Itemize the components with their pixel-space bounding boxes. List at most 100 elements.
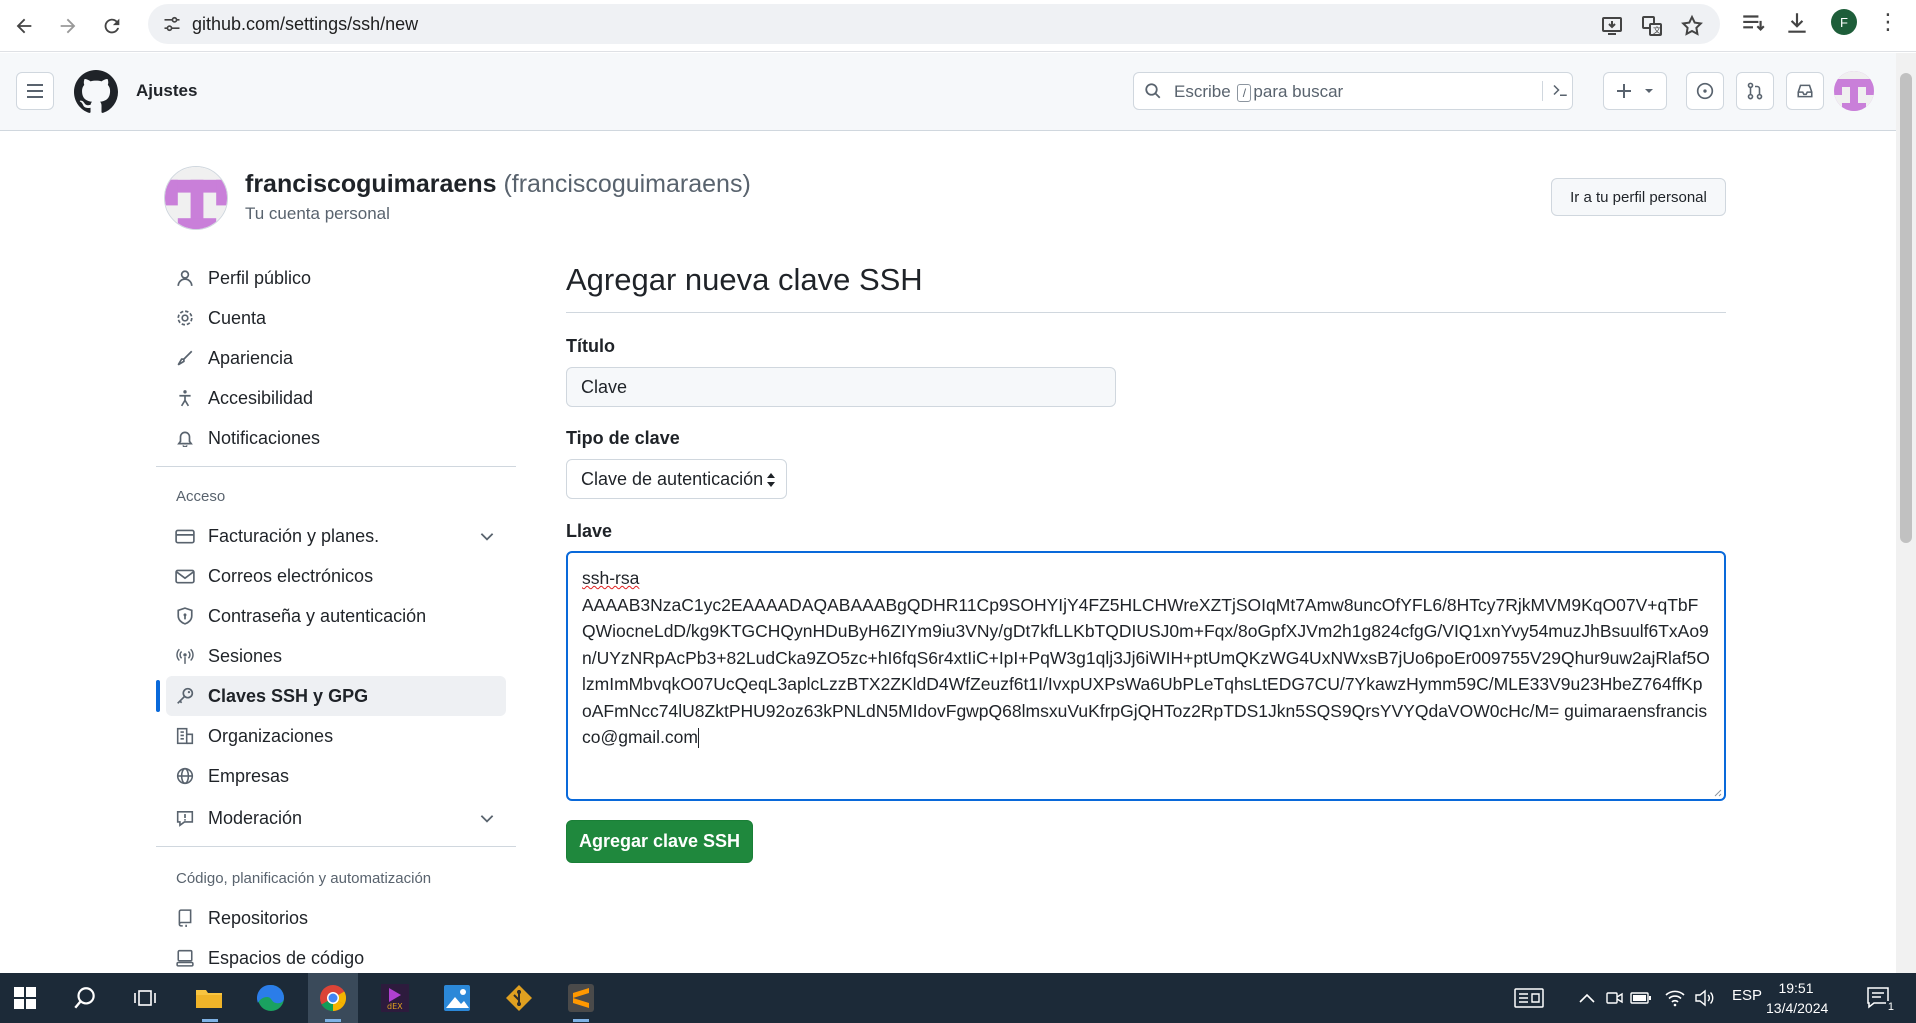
sublime-text-icon[interactable] [564, 981, 598, 1015]
account-avatar[interactable] [164, 166, 228, 230]
file-explorer-icon[interactable] [192, 981, 226, 1015]
running-indicator [573, 1019, 589, 1022]
sidebar-heading-code: Código, planificación y automatización [176, 870, 432, 887]
sidebar-item-account[interactable]: Cuenta [166, 298, 506, 338]
add-ssh-key-button[interactable]: Agregar clave SSH [566, 820, 753, 863]
address-bar[interactable]: github.com/settings/ssh/new 文 [148, 4, 1720, 44]
chevron-down-icon[interactable] [478, 527, 496, 545]
site-settings-icon[interactable] [162, 14, 182, 34]
pull-requests-button[interactable] [1736, 72, 1774, 110]
photos-app-icon[interactable] [440, 981, 474, 1015]
report-icon [174, 807, 196, 829]
dex-app-icon[interactable]: dEX [378, 981, 412, 1015]
chrome-menu-icon[interactable]: ⋮ [1876, 10, 1900, 36]
system-clock[interactable]: 19:51 13/4/2024 [1766, 978, 1828, 1018]
sidebar-item-codespaces[interactable]: Espacios de código [166, 938, 506, 978]
notifications-icon[interactable]: 1 [1862, 981, 1896, 1015]
key-textarea[interactable]: ssh-rsa AAAAB3NzaC1yc2EAAAADAQABAAABgQDH… [566, 551, 1726, 801]
inbox-icon [1797, 84, 1813, 98]
account-name[interactable]: franciscoguimaraens (franciscoguimaraens… [245, 170, 751, 199]
codespaces-icon [174, 947, 196, 969]
edge-icon[interactable] [254, 981, 288, 1015]
language-indicator[interactable]: ESP [1732, 987, 1762, 1004]
hamburger-menu-button[interactable] [16, 72, 54, 110]
chrome-profile-avatar[interactable]: F [1831, 9, 1857, 35]
key-icon [174, 685, 196, 707]
sidebar-divider [156, 466, 516, 467]
bell-icon [174, 427, 196, 449]
inbox-button[interactable] [1786, 72, 1824, 110]
chevron-down-icon[interactable] [478, 809, 496, 827]
battery-icon[interactable] [1624, 981, 1658, 1015]
account-subtitle: Tu cuenta personal [245, 204, 390, 223]
hamburger-icon [27, 84, 43, 98]
bookmark-star-icon[interactable] [1680, 14, 1704, 38]
reload-icon[interactable] [94, 8, 130, 44]
downloads-icon[interactable] [1784, 10, 1810, 36]
sidebar-item-organizations[interactable]: Organizaciones [166, 716, 506, 756]
sidebar-item-public-profile[interactable]: Perfil público [166, 258, 506, 298]
scrollbar-thumb[interactable] [1900, 73, 1912, 543]
running-indicator [202, 1019, 218, 1022]
paintbrush-icon [174, 347, 196, 369]
forward-icon[interactable] [50, 8, 86, 44]
search-placeholder: Escribe / para buscar [1174, 82, 1344, 102]
key-label: Llave [566, 521, 613, 541]
select-arrows-icon [767, 473, 775, 487]
search-icon [1145, 83, 1161, 99]
task-view-icon[interactable] [128, 981, 162, 1015]
page-title: Agregar nueva clave SSH [566, 262, 923, 297]
sidebar-item-billing[interactable]: Facturación y planes. [166, 516, 506, 556]
windows-taskbar: dEX ESP 19:51 13/4/2024 1 [0, 973, 1916, 1023]
sidebar-item-password-auth[interactable]: Contraseña y autenticación [166, 596, 506, 636]
search-input[interactable]: Escribe / para buscar [1133, 72, 1573, 110]
page-scrollbar[interactable] [1896, 53, 1916, 973]
sidebar-item-accessibility[interactable]: Accesibilidad [166, 378, 506, 418]
repo-icon [174, 907, 196, 929]
identicon-icon [1834, 71, 1874, 111]
reading-list-icon[interactable] [1740, 10, 1766, 36]
sidebar-item-enterprises[interactable]: Empresas [166, 756, 506, 796]
news-widget-icon[interactable] [1512, 981, 1546, 1015]
text-caret [698, 728, 699, 749]
user-avatar[interactable] [1834, 71, 1874, 111]
taskbar-search-icon[interactable] [68, 981, 102, 1015]
key-type-select[interactable]: Clave de autenticación [566, 459, 787, 499]
credit-card-icon [174, 525, 196, 547]
organization-icon [174, 725, 196, 747]
create-new-button[interactable] [1603, 72, 1667, 110]
sidebar-item-appearance[interactable]: Apariencia [166, 338, 506, 378]
triangle-down-icon [1645, 89, 1653, 93]
sidebar-item-notifications[interactable]: Notificaciones [166, 418, 506, 458]
key-type-label: Tipo de clave [566, 428, 680, 448]
command-palette-icon[interactable] [1542, 81, 1567, 101]
sidebar-item-repositories[interactable]: Repositorios [166, 898, 506, 938]
url-text: github.com/settings/ssh/new [192, 14, 419, 34]
sidebar-item-sessions[interactable]: Sesiones [166, 636, 506, 676]
sidebar-item-emails[interactable]: Correos electrónicos [166, 556, 506, 596]
sidebar-item-moderation[interactable]: Moderación [166, 798, 506, 838]
svg-text:dEX: dEX [387, 1002, 403, 1011]
install-app-icon[interactable] [1600, 14, 1624, 38]
chrome-icon[interactable] [316, 981, 350, 1015]
issues-button[interactable] [1686, 72, 1724, 110]
active-indicator [156, 680, 160, 712]
github-logo-icon[interactable] [74, 70, 118, 114]
volume-icon[interactable] [1688, 981, 1722, 1015]
key-title-input[interactable]: Clave [566, 367, 1116, 407]
translate-icon[interactable]: 文 [1640, 14, 1664, 38]
wifi-icon[interactable] [1658, 981, 1692, 1015]
accessibility-icon [174, 387, 196, 409]
git-app-icon[interactable] [502, 981, 536, 1015]
notification-count: 1 [1885, 1001, 1896, 1013]
windows-start-icon[interactable] [8, 981, 42, 1015]
title-divider [566, 312, 1726, 313]
sidebar-item-ssh-gpg-keys[interactable]: Claves SSH y GPG [166, 676, 506, 716]
go-to-profile-button[interactable]: Ir a tu perfil personal [1551, 178, 1726, 216]
back-icon[interactable] [6, 8, 42, 44]
globe-icon [174, 765, 196, 787]
page-context-title[interactable]: Ajustes [136, 81, 197, 101]
mail-icon [174, 565, 196, 587]
resize-handle-icon[interactable] [1712, 787, 1722, 797]
shield-lock-icon [174, 605, 196, 627]
